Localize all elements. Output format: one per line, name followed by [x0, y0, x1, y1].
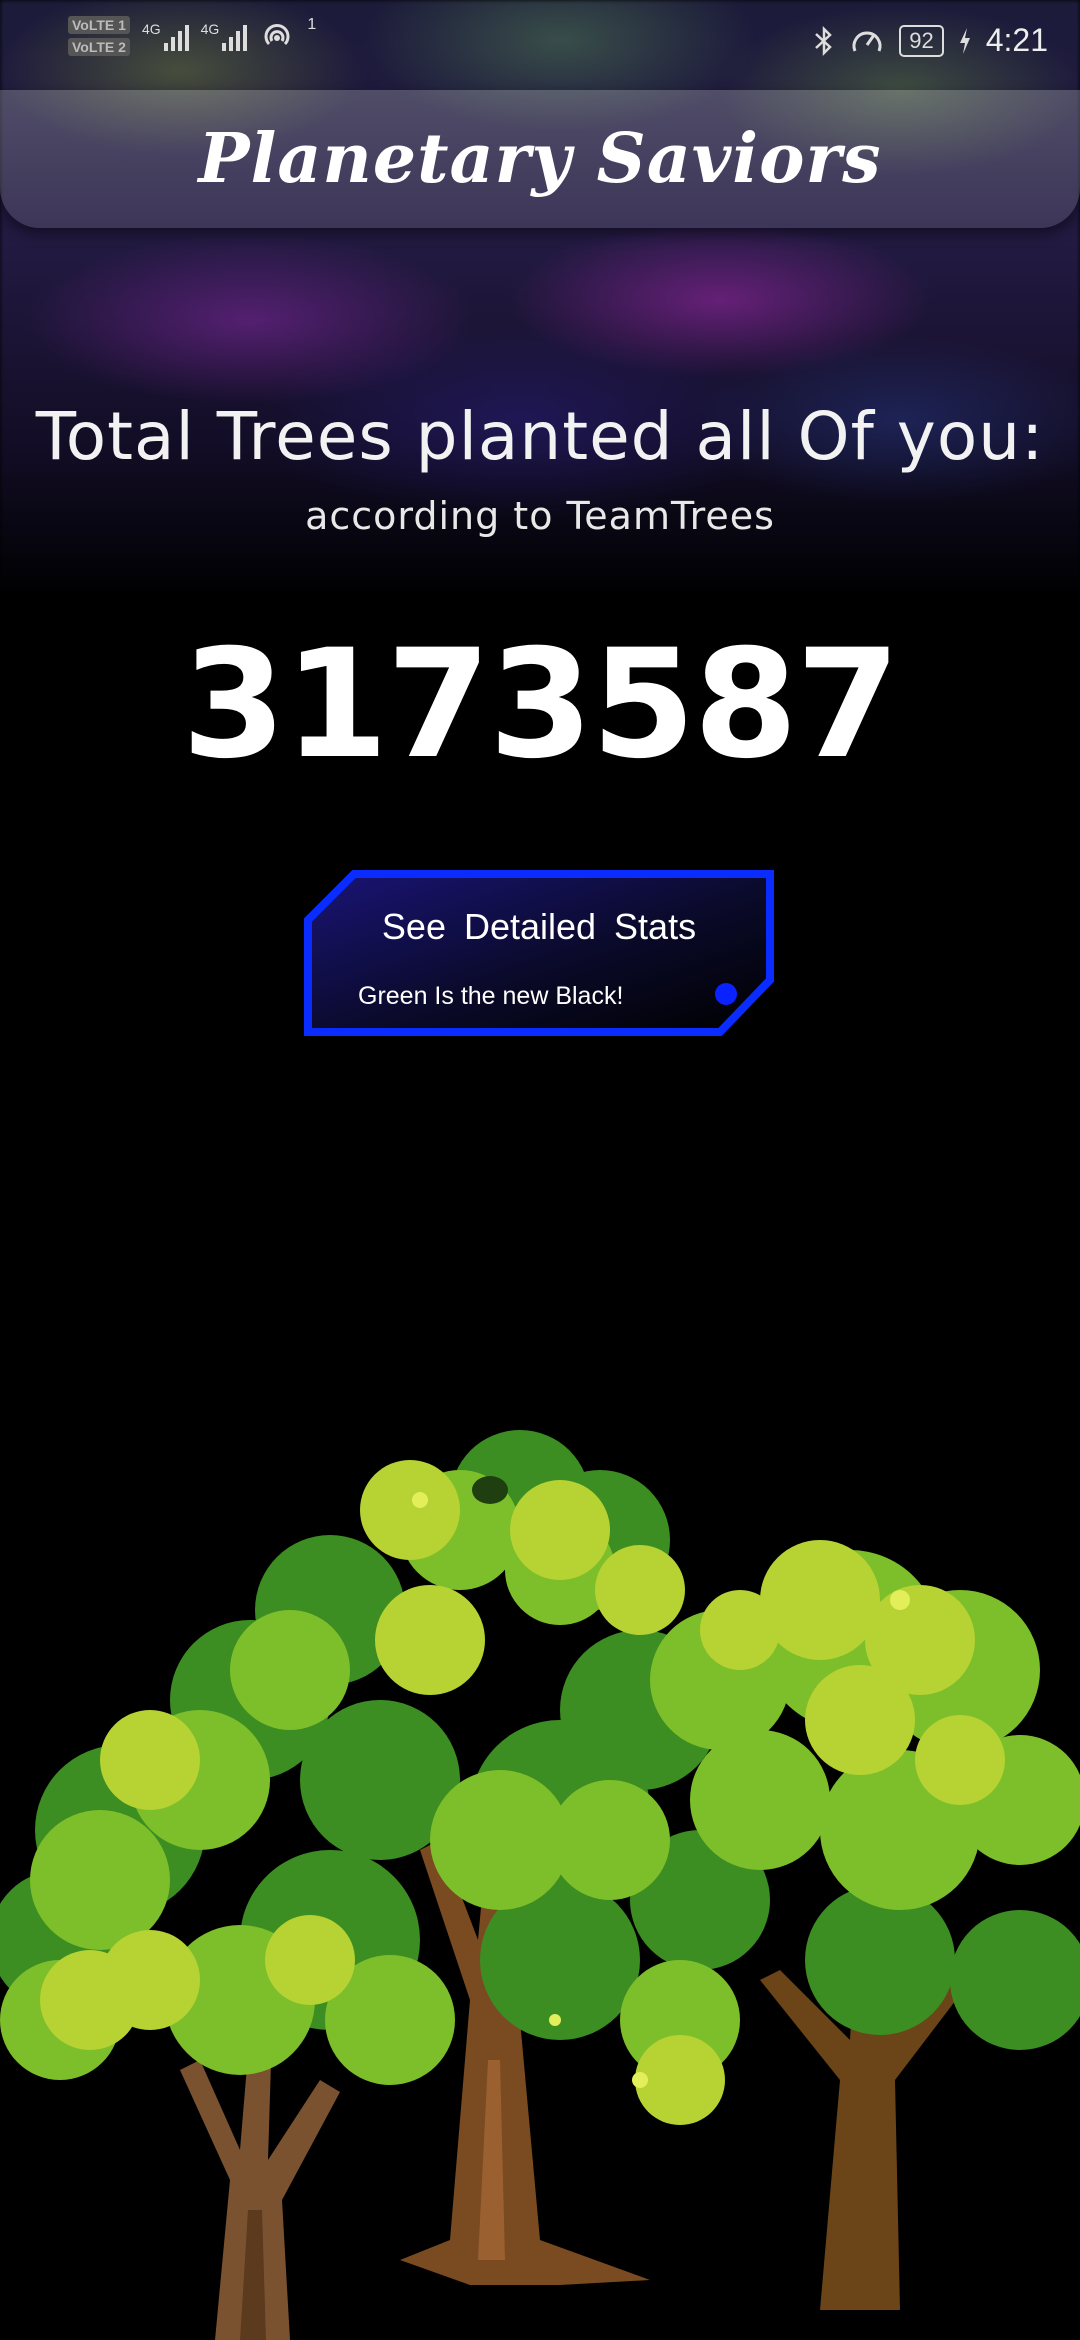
total-trees-heading: Total Trees planted all Of you:: [35, 398, 1045, 475]
signal-2-icon: 4G: [201, 21, 248, 51]
status-left: VoLTE 1 VoLTE 2 4G 4G 1: [68, 16, 316, 56]
hotspot-icon: [264, 24, 290, 46]
signal-1-icon: 4G: [142, 21, 189, 51]
data-saver-icon: [852, 31, 882, 52]
app-title: Planetary Saviors: [198, 119, 882, 199]
left-tree-trunk: [180, 2030, 340, 2340]
status-bar: VoLTE 1 VoLTE 2 4G 4G 1 92 4:21: [0, 0, 1080, 90]
tree-count: 3173587: [181, 618, 901, 792]
volte-1-icon: VoLTE 1: [68, 16, 130, 34]
source-subheading: according to TeamTrees: [305, 494, 775, 538]
canopy-shadow: [472, 1476, 508, 1504]
stats-button-frame: [304, 870, 774, 1036]
bluetooth-icon: [815, 25, 833, 56]
status-right: 92 4:21: [813, 22, 1048, 59]
charging-icon: [959, 27, 970, 54]
hotspot-count: 1: [307, 16, 317, 33]
volte-2-icon: VoLTE 2: [68, 38, 130, 56]
stats-button-tagline: Green Is the new Black!: [358, 982, 624, 1010]
battery-icon: 92: [899, 24, 944, 57]
see-detailed-stats-button[interactable]: See Detailed Stats Green Is the new Blac…: [304, 870, 774, 1036]
app-title-bar: Planetary Saviors: [0, 90, 1080, 228]
clock: 4:21: [985, 22, 1048, 58]
trees-illustration: [0, 1430, 1080, 2340]
volte-indicators: VoLTE 1 VoLTE 2: [68, 16, 130, 56]
stats-button-label: See Detailed Stats: [381, 906, 697, 947]
